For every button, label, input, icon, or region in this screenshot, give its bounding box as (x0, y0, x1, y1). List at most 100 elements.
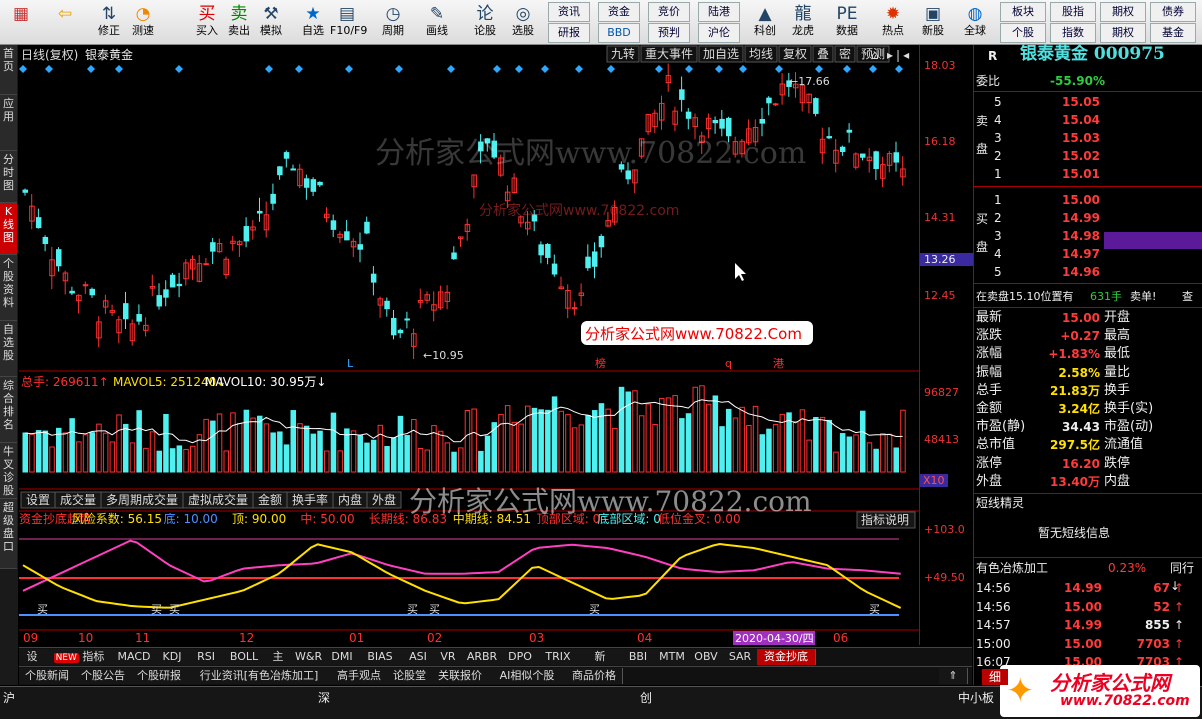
news-tab-0[interactable]: 个股新闻 (19, 668, 76, 684)
toolbar-btn-1-3[interactable]: 沪伦 (698, 23, 740, 43)
hot-button[interactable]: ✹ 热点 (876, 2, 910, 42)
hot-icon: ✹ (885, 4, 901, 24)
window-button[interactable]: ▤ F10/F9 (330, 2, 367, 42)
collapse-up-icon[interactable]: ⇑ (939, 668, 968, 684)
news-tab-6[interactable]: 关联报价 (432, 668, 489, 684)
stat-label-1: 涨跌 (976, 328, 1003, 344)
toolbar-right-btn-0-3[interactable]: 债券 (1150, 2, 1196, 22)
news-tab-1[interactable]: 个股公告 (75, 668, 132, 684)
toolbar-label: 全球 (964, 24, 986, 37)
clock-button[interactable]: ◷ 周期 (376, 2, 410, 42)
arrows-updown-button[interactable]: ⇅ 修正 (92, 2, 126, 42)
dragon-icon: 龍 (794, 4, 812, 24)
kline-chart-area[interactable]: 日线(复权) 银泰黄金 九转 重大事件 加自选 均线 复权叠密预测 ⌂ ▸❘◂ ←17.66 ←10… (19, 45, 919, 645)
left-tab-2[interactable]: 分时图 (0, 151, 17, 203)
ind-tab-9[interactable]: BIAS (359, 649, 402, 665)
toolbar-btn-1-1[interactable]: BBD (598, 23, 640, 43)
zaimai-more-button[interactable]: 查 (1182, 288, 1193, 306)
ind-tab-20[interactable]: 资金抄底趋势 (757, 649, 816, 679)
new-stock-button[interactable]: ▣ 新股 (916, 2, 950, 42)
ind-tab-7[interactable]: W&R (291, 649, 326, 665)
left-tab-7[interactable]: 牛叉诊股 (0, 443, 17, 499)
toolbar-right-btn-0-2[interactable]: 期权 (1100, 2, 1146, 22)
toolbar-btn-0-3[interactable]: 陆港 (698, 2, 740, 22)
ind-tab-6[interactable]: 主力 (265, 649, 292, 679)
home-grid-button[interactable]: ▦ (4, 2, 38, 42)
ind-tab-4[interactable]: RSI (189, 649, 224, 665)
ind-tab-13[interactable]: DPO (503, 649, 538, 665)
ind-tab-11[interactable]: VR (435, 649, 462, 665)
volume-bar (303, 425, 310, 473)
hammer-button[interactable]: ⚒ 模拟 (254, 2, 288, 42)
ind-tab-1[interactable]: NEW 指标平台 (45, 649, 114, 680)
dragon-button[interactable]: 龍龙虎 (786, 2, 820, 42)
ind-tab-12[interactable]: ARBR (461, 649, 504, 665)
pe-button[interactable]: PE 数据 (830, 2, 864, 42)
left-tab-0[interactable]: 首页 (0, 45, 17, 95)
toolbar-right-btn-0-0[interactable]: 板块 (1000, 2, 1046, 22)
xi-tab[interactable]: 细 (982, 669, 1008, 685)
globe-button[interactable]: ◍ 全球 (958, 2, 992, 42)
select-stock-button[interactable]: ◎ 选股 (506, 2, 540, 42)
buy-level-2: 3 (994, 229, 1002, 243)
buy-button[interactable]: 买买入 (190, 2, 224, 42)
toolbar-btn-0-2[interactable]: 竞价 (648, 2, 690, 22)
left-tab-3[interactable]: K线图 (0, 203, 17, 255)
zaimai-tag: 卖单! (1130, 290, 1157, 303)
volume-bar (22, 432, 28, 473)
back-arrow-button[interactable]: ⇦ (48, 2, 82, 42)
ind-tab-5[interactable]: BOLL (223, 649, 266, 665)
news-tab-2[interactable]: 个股研报 (131, 668, 188, 684)
pencil-button[interactable]: ✎ 画线 (420, 2, 454, 42)
toolbar-label: 龙虎 (792, 24, 814, 37)
left-tab-1[interactable]: 应用 (0, 95, 17, 151)
toolbar-right-btn-1-3[interactable]: 基金 (1150, 23, 1196, 43)
speed-gauge-button[interactable]: ◔ 测速 (126, 2, 160, 42)
stat-value-0: 15.00 (1062, 311, 1100, 325)
left-tab-5[interactable]: 自选股 (0, 321, 17, 377)
volume-bar (163, 413, 169, 473)
candle-body (270, 193, 276, 204)
left-tab-6[interactable]: 综合排名 (0, 377, 17, 443)
lun-button[interactable]: 论论股 (468, 2, 502, 42)
volume-bar (330, 412, 337, 473)
ind-tab-0[interactable]: 设置 (19, 649, 46, 679)
toolbar-btn-0-0[interactable]: 资讯 (548, 2, 590, 22)
left-tab-8[interactable]: 超级盘口 (0, 499, 17, 569)
toolbar-btn-0-1[interactable]: 资金 (598, 2, 640, 22)
news-tab-3[interactable]: 行业资讯[有色冶炼加工] (187, 668, 332, 684)
toolbar-label: 买入 (196, 24, 218, 37)
left-tab-4[interactable]: 个股资料 (0, 255, 17, 321)
news-tab-7[interactable]: AI相似个股 (488, 668, 567, 684)
ind-tab-3[interactable]: KDJ (155, 649, 190, 665)
candle-body (123, 303, 129, 320)
ind-tab-14[interactable]: TRIX (537, 649, 580, 665)
news-tab-5[interactable]: 论股堂 (387, 668, 433, 684)
toolbar-right-btn-1-1[interactable]: 指数 (1050, 23, 1096, 43)
news-tab-4[interactable]: 高手观点 (331, 668, 388, 684)
toolbar-right-btn-1-0[interactable]: 个股 (1000, 23, 1046, 43)
toolbar-right-btn-0-1[interactable]: 股指 (1050, 2, 1096, 22)
ind-tab-17[interactable]: MTM (655, 649, 690, 665)
indicator-help-button: 指标说明 (861, 512, 909, 527)
ind-tab-19[interactable]: SAR (723, 649, 758, 665)
globe-icon: ◍ (967, 4, 983, 24)
toolbar-btn-1-0[interactable]: 研报 (548, 23, 590, 43)
ind-tab-8[interactable]: DMI (325, 649, 360, 665)
toolbar-btn-1-2[interactable]: 预判 (648, 23, 690, 43)
industry-more-button[interactable]: 同行↓ (1170, 559, 1202, 593)
candle-body (163, 289, 169, 298)
chart-top-btn-5: 叠 (817, 47, 829, 61)
sell-button[interactable]: 卖卖出 (222, 2, 256, 42)
kechuang-button[interactable]: ▲ 科创 (748, 2, 782, 42)
toolbar-right-btn-1-2[interactable]: 期权 (1100, 23, 1146, 43)
ind-tab-18[interactable]: OBV (689, 649, 724, 665)
ind-tab-2[interactable]: MACD (113, 649, 156, 665)
ind-tab-16[interactable]: BBI (621, 649, 656, 665)
ind-tab-15[interactable]: 新DMA (579, 649, 622, 679)
code-prefix: R (988, 49, 998, 63)
star-button[interactable]: ★ 自选 (296, 2, 330, 42)
news-tab-8[interactable]: 商品价格 (566, 668, 623, 684)
stat-value-4: 21.83万 (1050, 383, 1100, 398)
ind-tab-10[interactable]: ASI (401, 649, 436, 665)
